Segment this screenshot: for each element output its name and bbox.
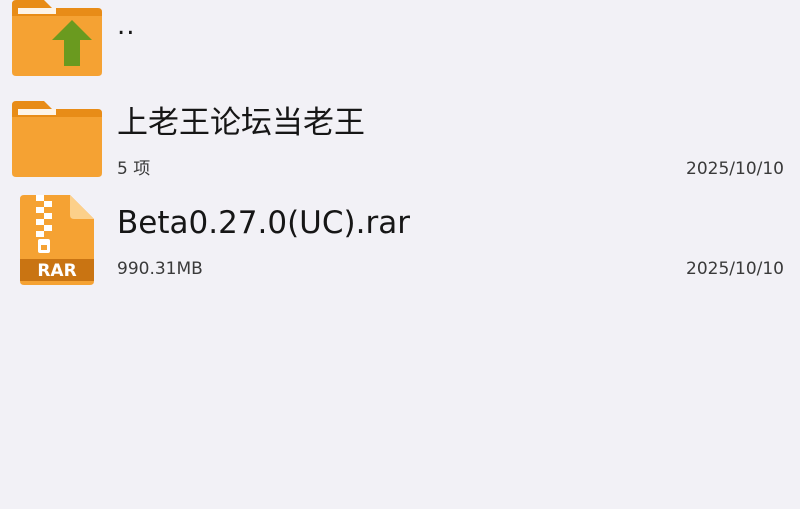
file-name: .. — [117, 11, 136, 41]
file-size: 990.31MB — [117, 259, 203, 279]
file-name: 上老王论坛当老王 — [117, 105, 365, 141]
file-row-folder[interactable]: 上老王论坛当老王 5 项 2025/10/10 — [0, 88, 800, 188]
folder-icon — [12, 101, 102, 177]
file-list: .. 上老王论坛当老王 5 项 2025/10/10 RAR Beta0.27.… — [0, 0, 800, 509]
rar-badge-text: RAR — [37, 261, 76, 281]
modified-date: 2025/10/10 — [686, 159, 784, 179]
file-name: Beta0.27.0(UC).rar — [117, 205, 410, 241]
file-row-archive[interactable]: RAR Beta0.27.0(UC).rar 990.31MB 2025/10/… — [0, 188, 800, 288]
modified-date: 2025/10/10 — [686, 259, 784, 279]
item-count: 5 项 — [117, 159, 151, 179]
rar-file-icon: RAR — [20, 195, 94, 285]
file-row-parent-directory[interactable]: .. — [0, 0, 800, 88]
folder-up-icon — [12, 0, 102, 76]
